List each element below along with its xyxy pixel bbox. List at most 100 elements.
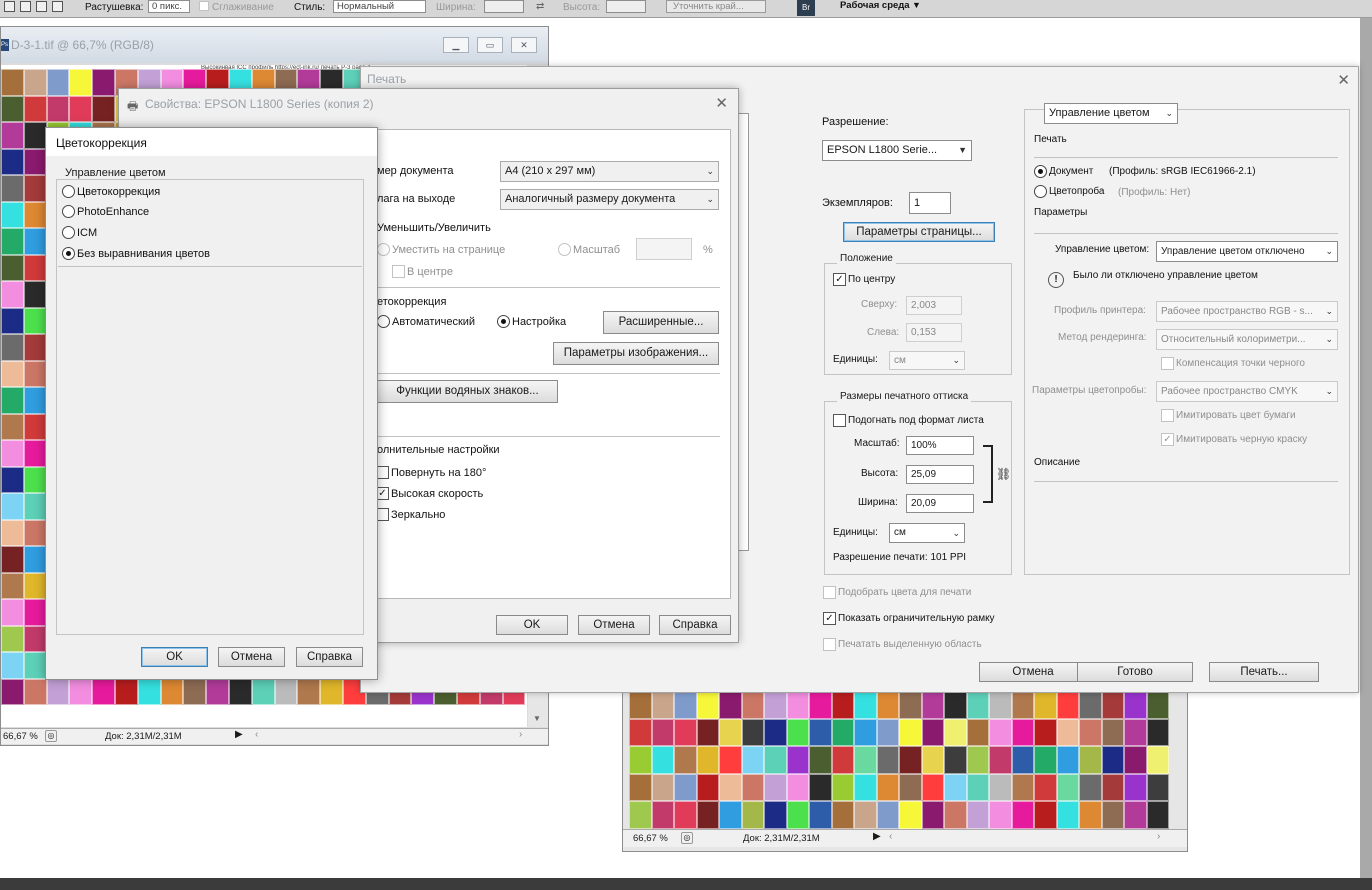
color-swatch	[1056, 691, 1079, 719]
copies-input[interactable]: 1	[909, 192, 951, 214]
width-input[interactable]: 20,09	[906, 494, 974, 513]
minimize-icon[interactable]: ▁	[443, 37, 469, 53]
color-swatch	[228, 678, 252, 705]
close-icon[interactable]: ✕	[511, 37, 537, 53]
width-input[interactable]	[484, 0, 524, 13]
antialias-checkbox[interactable]	[199, 1, 209, 11]
section-select[interactable]: Управление цветом ⌄	[1044, 103, 1178, 124]
fit-checkbox[interactable]	[833, 414, 846, 427]
print-selected-checkbox[interactable]	[823, 638, 836, 651]
chevron-down-icon: ⌄	[952, 528, 960, 538]
color-swatch	[1056, 718, 1079, 746]
page-setup-button[interactable]: Параметры страницы...	[843, 222, 995, 242]
height-input[interactable]	[606, 0, 646, 13]
advanced-button[interactable]: Расширенные...	[603, 311, 719, 334]
color-swatch	[274, 678, 298, 705]
proof-setup-select[interactable]: Рабочее пространство CMYK ⌄	[1156, 381, 1338, 402]
color-swatch	[1101, 773, 1124, 801]
selection-add-icon[interactable]	[20, 1, 31, 12]
ok-button[interactable]: OK	[496, 615, 568, 635]
vertical-scrollbar[interactable]	[1170, 681, 1187, 829]
selection-subtract-icon[interactable]	[36, 1, 47, 12]
paper-color-checkbox[interactable]	[1161, 409, 1174, 422]
opt-no-adjust-radio[interactable]	[62, 247, 75, 260]
scroll-right-icon[interactable]: ›	[519, 729, 522, 740]
printer-profile-select[interactable]: Рабочее пространство RGB - s... ⌄	[1156, 301, 1338, 322]
close-icon[interactable]: ✕	[1337, 71, 1350, 89]
fit-page-radio[interactable]	[377, 243, 390, 256]
scale-input[interactable]	[636, 238, 692, 260]
print-button[interactable]: Печать...	[1209, 662, 1319, 682]
left-label: Слева:	[867, 327, 900, 338]
doc-size-select[interactable]: A4 (210 x 297 мм) ⌄	[500, 161, 719, 182]
image-options-button[interactable]: Параметры изображения...	[553, 342, 719, 365]
refine-edge-button[interactable]: Уточнить край...	[666, 0, 766, 13]
position-group-title: Положение	[837, 253, 896, 264]
ok-button[interactable]: OK	[141, 647, 208, 667]
output-select[interactable]: Аналогичный размеру документа ⌄	[500, 189, 719, 210]
top-input[interactable]: 2,003	[906, 296, 962, 315]
style-select[interactable]: Нормальный	[333, 0, 426, 13]
cancel-button[interactable]: Отмена	[578, 615, 650, 635]
units-select[interactable]: см ⌄	[889, 351, 965, 370]
feather-input[interactable]: 0 пикс.	[148, 0, 190, 13]
done-button[interactable]: Готово	[1077, 662, 1193, 682]
render-select[interactable]: Относительный колориметри... ⌄	[1156, 329, 1338, 350]
match-colors-checkbox[interactable]	[823, 586, 836, 599]
opt-icm-radio[interactable]	[62, 226, 75, 239]
chevron-down-icon: ▼	[912, 0, 921, 10]
cancel-button[interactable]: Отмена	[979, 662, 1087, 682]
zoom-level[interactable]: 66,67 %	[633, 833, 668, 844]
help-button[interactable]: Справка	[659, 615, 731, 635]
close-icon[interactable]: ✕	[715, 94, 728, 112]
restore-icon[interactable]: ▭	[477, 37, 503, 53]
height-input[interactable]: 25,09	[906, 465, 974, 484]
color-swatch	[696, 773, 719, 801]
color-handling-select[interactable]: Управление цветом отключено ⌄	[1156, 241, 1338, 262]
watermark-button[interactable]: Функции водяных знаков...	[377, 380, 558, 403]
document-titlebar[interactable]: Ps D-3-1.tif @ 66,7% (RGB/8) ▁ ▭ ✕	[1, 27, 548, 63]
status-arrow-icon[interactable]: ▶	[235, 729, 243, 740]
printer-select[interactable]: EPSON L1800 Serie... ▼	[822, 140, 972, 161]
zoom-level[interactable]: 66,67 %	[3, 731, 38, 742]
help-button[interactable]: Справка	[296, 647, 363, 667]
color-swatch	[719, 746, 742, 774]
proof-radio[interactable]	[1034, 185, 1047, 198]
status-menu-icon[interactable]: ◎	[681, 832, 693, 844]
color-swatch	[921, 718, 944, 746]
scroll-left-icon[interactable]: ‹	[889, 831, 892, 842]
scale-input[interactable]: 100%	[906, 436, 974, 455]
left-input[interactable]: 0,153	[906, 323, 962, 342]
bridge-icon[interactable]: Br	[797, 0, 815, 16]
output-label: лага на выходе	[377, 193, 456, 205]
auto-radio[interactable]	[377, 315, 390, 328]
bpc-checkbox[interactable]	[1161, 357, 1174, 370]
color-swatch	[741, 746, 764, 774]
custom-radio[interactable]	[497, 315, 510, 328]
center-checkbox[interactable]: ✓	[833, 273, 846, 286]
selection-mode-icon[interactable]	[4, 1, 15, 12]
selection-intersect-icon[interactable]	[52, 1, 63, 12]
color-swatch	[1, 334, 24, 361]
status-arrow-icon[interactable]: ▶	[873, 831, 881, 842]
opt-color-correction-radio[interactable]	[62, 185, 75, 198]
scroll-right-icon[interactable]: ›	[1157, 831, 1160, 842]
center-checkbox[interactable]	[392, 265, 405, 278]
scroll-down-icon[interactable]: ▼	[533, 714, 541, 723]
document-radio[interactable]	[1034, 165, 1047, 178]
show-bbox-checkbox[interactable]: ✓	[823, 612, 836, 625]
show-bbox-label: Показать ограничительную рамку	[838, 613, 995, 624]
scroll-left-icon[interactable]: ‹	[255, 729, 258, 740]
status-menu-icon[interactable]: ◎	[45, 730, 57, 742]
color-swatch	[629, 773, 652, 801]
units2-select[interactable]: см ⌄	[889, 523, 965, 543]
scale-radio[interactable]	[558, 243, 571, 256]
chain-link-icon[interactable]: ⛓	[996, 467, 1011, 481]
color-swatch	[966, 773, 989, 801]
swap-icon[interactable]: ⇄	[536, 1, 544, 12]
opt-photoenhance-radio[interactable]	[62, 205, 75, 218]
document-window-right[interactable]: 66,67 % ◎ Док: 2,31M/2,31M ▶ ‹ ›	[622, 680, 1188, 852]
cancel-button[interactable]: Отмена	[218, 647, 285, 667]
workspace-menu[interactable]: Рабочая среда	[840, 0, 910, 11]
black-ink-checkbox[interactable]: ✓	[1161, 433, 1174, 446]
